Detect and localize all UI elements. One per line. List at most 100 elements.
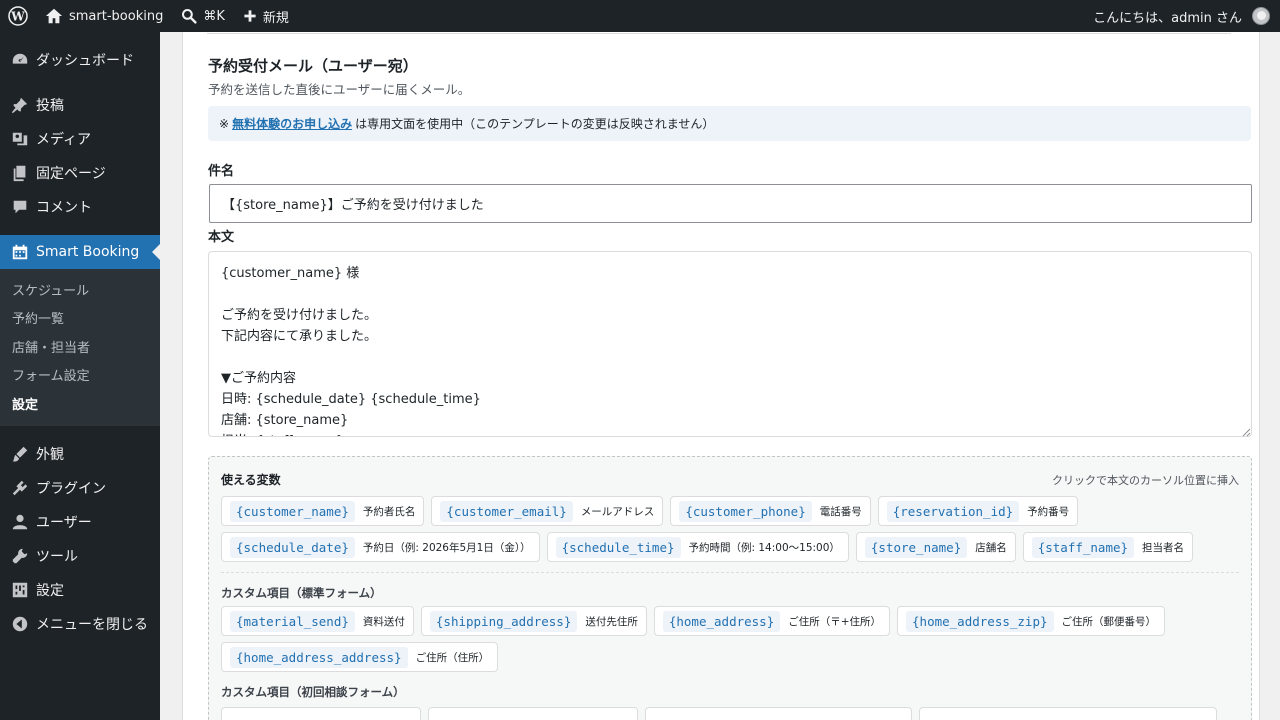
submenu-form-settings[interactable]: フォーム設定 xyxy=(0,361,160,390)
sidebar-item-pages[interactable]: 固定ページ xyxy=(0,156,160,190)
free-trial-link[interactable]: 無料体験のお申し込み xyxy=(232,115,352,132)
sidebar-item-tools[interactable]: ツール xyxy=(0,539,160,573)
variable-chip[interactable]: {customer_name} 予約者氏名 xyxy=(221,496,425,526)
variable-chip[interactable]: {shipping_address} 送付先住所 xyxy=(420,606,647,636)
submenu-stores-staff[interactable]: 店舗・担当者 xyxy=(0,332,160,361)
section-description: 予約を送信した直後にユーザーに届くメール。 xyxy=(208,82,471,97)
main-content: 予約受付メール（ユーザー宛） 予約を送信した直後にユーザーに届くメール。 ※ 無… xyxy=(160,32,1280,720)
variable-code: {staff_name} xyxy=(1031,536,1135,558)
subject-label: 件名 xyxy=(208,164,235,179)
sidebar-item-users[interactable]: ユーザー xyxy=(0,505,160,539)
variable-desc: 送付先住所 xyxy=(585,615,638,628)
variable-desc: メールアドレス xyxy=(580,505,655,518)
custom-standard-title: カスタム項目（標準フォーム） xyxy=(221,586,382,600)
admin-bar: W smart-booking ⌘K 新規 こんにちは、admin さん xyxy=(0,0,1280,32)
sidebar-item-settings[interactable]: 設定 xyxy=(0,573,160,607)
custom-variables-row-2: {home_address_address} ご住所（住所） xyxy=(221,642,499,672)
variable-code: {schedule_date} xyxy=(230,536,355,558)
variable-desc: ご住所（〒+住所） xyxy=(788,615,882,628)
site-name-link[interactable]: smart-booking xyxy=(36,0,172,32)
variable-code: {home_address} xyxy=(662,610,781,632)
variable-code: {schedule_time} xyxy=(555,536,681,558)
variable-chip[interactable] xyxy=(919,707,1217,720)
resize-grip[interactable] xyxy=(1241,426,1251,437)
variable-chip[interactable]: {schedule_time} 予約時間（例: 14:00〜15:00） xyxy=(546,532,849,562)
variable-desc: 予約時間（例: 14:00〜15:00） xyxy=(688,541,840,554)
greeting: こんにちは、admin さん xyxy=(1093,10,1242,26)
variable-code: {shipping_address} xyxy=(429,610,578,632)
variable-chip[interactable]: {store_name} 店舗名 xyxy=(855,532,1016,562)
sidebar-item-label: 固定ページ xyxy=(36,166,106,182)
sidebar-item-label: Smart Booking xyxy=(36,244,140,260)
submenu-reservations[interactable]: 予約一覧 xyxy=(0,304,160,333)
template-notice: ※ 無料体験のお申し込み は専用文面を使用中（このテンプレートの変更は反映されま… xyxy=(208,106,1251,141)
variable-chip[interactable]: {staff_name} 担当者名 xyxy=(1022,532,1194,562)
sidebar-item-smart-booking[interactable]: Smart Booking xyxy=(0,235,160,269)
settings-icon xyxy=(10,580,30,600)
sidebar-item-label: ユーザー xyxy=(36,514,92,531)
divider xyxy=(207,33,1231,34)
smart-booking-submenu: スケジュール 予約一覧 店舗・担当者 フォーム設定 設定 xyxy=(0,269,160,426)
sidebar-item-comments[interactable]: コメント xyxy=(0,190,160,224)
collapse-icon xyxy=(10,614,30,634)
sidebar-item-dashboard[interactable]: ダッシュボード xyxy=(0,43,160,77)
variable-chip[interactable]: {customer_phone} 電話番号 xyxy=(670,496,871,526)
subject-input[interactable] xyxy=(209,184,1252,223)
variable-code: {home_address_zip} xyxy=(906,610,1054,632)
variables-title: 使える変数 xyxy=(221,473,281,487)
variable-chip[interactable]: {customer_email} メールアドレス xyxy=(431,496,664,526)
sidebar-item-label: メディア xyxy=(36,132,92,148)
variable-chip[interactable]: {material_send} 資料送付 xyxy=(221,606,414,636)
variable-chip[interactable] xyxy=(645,707,912,720)
variable-chip[interactable] xyxy=(428,707,638,720)
new-content-button[interactable]: 新規 xyxy=(234,0,298,32)
sidebar-item-media[interactable]: メディア xyxy=(0,122,160,156)
custom-variables-row-1: {material_send} 資料送付 {shipping_address} 送付… xyxy=(221,606,1165,636)
consult-variables-row xyxy=(221,707,1217,720)
variable-code: {home_address_address} xyxy=(230,646,408,668)
variable-chip[interactable]: {home_address_zip} ご住所（郵便番号） xyxy=(897,606,1165,636)
account-menu[interactable]: こんにちは、admin さん xyxy=(1084,0,1280,32)
variable-code: {store_name} xyxy=(864,536,968,558)
standard-variables-row-1: {customer_name} 予約者氏名 {customer_email} メール… xyxy=(221,496,1079,526)
variable-desc: ご住所（郵便番号） xyxy=(1061,615,1157,628)
sidebar-separator xyxy=(0,77,160,88)
email-template-card: 予約受付メール（ユーザー宛） 予約を送信した直後にユーザーに届くメール。 ※ 無… xyxy=(182,32,1260,720)
variables-hint: クリックで本文のカーソル位置に挿入 xyxy=(1052,473,1239,487)
variable-chip[interactable]: {home_address_address} ご住所（住所） xyxy=(221,642,499,672)
variable-code: {material_send} xyxy=(230,610,355,632)
variable-desc: 資料送付 xyxy=(362,615,405,628)
plus-icon xyxy=(244,10,256,22)
sidebar-item-appearance[interactable]: 外観 xyxy=(0,437,160,471)
sidebar-item-label: ダッシュボード xyxy=(36,53,134,69)
variable-chip[interactable] xyxy=(221,707,421,720)
submenu-schedule[interactable]: スケジュール xyxy=(0,275,160,304)
body-label: 本文 xyxy=(208,230,235,245)
variable-desc: 予約日（例: 2026年5月1日（金）） xyxy=(362,541,531,554)
variable-chip[interactable]: {home_address} ご住所（〒+住所） xyxy=(653,606,891,636)
collapse-menu-button[interactable]: メニューを閉じる xyxy=(0,607,160,641)
variable-code: {customer_email} xyxy=(440,500,573,522)
dashboard-icon xyxy=(10,50,30,70)
wrench-icon xyxy=(10,546,30,566)
command-search-button[interactable]: ⌘K xyxy=(172,0,234,32)
plugin-icon xyxy=(10,478,30,498)
sidebar-item-posts[interactable]: 投稿 xyxy=(0,88,160,122)
variable-desc: 予約番号 xyxy=(1027,505,1070,518)
sidebar-item-label: 設定 xyxy=(36,582,64,599)
search-shortcut: ⌘K xyxy=(203,8,225,24)
variable-chip[interactable]: {reservation_id} 予約番号 xyxy=(877,496,1079,526)
user-icon xyxy=(10,512,30,532)
body-textarea[interactable]: {customer_name} 様 ご予約を受け付けました。 下記内容にて承りま… xyxy=(208,251,1252,437)
sidebar-item-label: コメント xyxy=(36,200,92,216)
pin-icon xyxy=(10,95,30,115)
comment-icon xyxy=(10,197,30,217)
submenu-settings[interactable]: 設定 xyxy=(0,389,160,418)
variable-chip[interactable]: {schedule_date} 予約日（例: 2026年5月1日（金）） xyxy=(221,532,540,562)
variable-code: {customer_phone} xyxy=(679,500,812,522)
media-icon xyxy=(10,129,30,149)
wordpress-logo-icon[interactable]: W xyxy=(0,0,36,32)
svg-text:W: W xyxy=(10,10,25,24)
variable-desc: ご住所（住所） xyxy=(415,651,490,664)
sidebar-item-plugins[interactable]: プラグイン xyxy=(0,471,160,505)
